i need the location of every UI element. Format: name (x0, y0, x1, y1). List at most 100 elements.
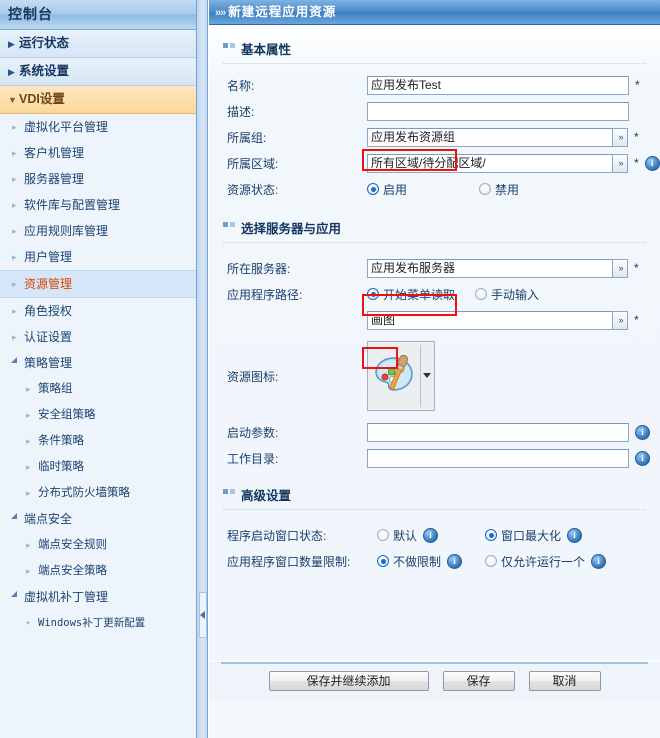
sidebar-item-4[interactable]: ▸ 应用规则库管理 (0, 218, 196, 244)
square-bullet-icon (223, 43, 228, 48)
resource-icon-picker[interactable] (367, 341, 435, 411)
field-row-server: 所在服务器: » * (209, 255, 660, 281)
sidebar-item-2[interactable]: ▸ 服务器管理 (0, 166, 196, 192)
area-input[interactable] (367, 153, 613, 173)
save-and-continue-button[interactable]: 保存并继续添加 (268, 671, 429, 691)
sidebar-item-19[interactable]: ▸ Windows补丁更新配置 (0, 610, 196, 636)
sidebar-item-label: 资源管理 (24, 277, 73, 291)
sidebar-item-label: 应用规则库管理 (24, 224, 109, 238)
sidebar-item-18[interactable]: 虚拟机补丁管理 (0, 584, 196, 610)
group-picker-button[interactable]: » (612, 127, 628, 147)
chevron-right-icon: ▸ (12, 226, 17, 236)
save-button[interactable]: 保存 (442, 671, 515, 691)
sidebar-item-label: 虚拟机补丁管理 (24, 590, 109, 604)
app-path-picker-button[interactable]: » (612, 310, 628, 330)
work-dir-info-icon[interactable]: i (635, 450, 650, 466)
section-basic-properties: 基本属性 (223, 39, 660, 58)
sidebar-item-3[interactable]: ▸ 软件库与配置管理 (0, 192, 196, 218)
group-input[interactable] (367, 127, 613, 147)
sidebar-item-16[interactable]: ▸ 端点安全规则 (0, 532, 196, 558)
sidebar-group-system-settings[interactable]: ▶ 系统设置 (0, 58, 196, 86)
chevron-right-icon: ▸ (12, 279, 17, 289)
radio-status-disable[interactable]: 禁用 (479, 181, 519, 198)
cancel-button[interactable]: 取消 (528, 671, 601, 691)
sidebar-item-17[interactable]: ▸ 端点安全策略 (0, 558, 196, 584)
radio-path-manual[interactable]: 手动输入 (475, 286, 539, 303)
radio-limit-none[interactable]: 不做限制 i (377, 553, 477, 570)
description-input[interactable] (367, 101, 629, 121)
resource-status-label: 资源状态: (227, 182, 279, 197)
limit-single-info-icon[interactable]: i (591, 553, 607, 569)
description-label: 描述: (227, 104, 255, 119)
sidebar-item-1[interactable]: ▸ 客户机管理 (0, 140, 196, 166)
sidebar-item-14[interactable]: ▸ 分布式防火墙策略 (0, 480, 196, 506)
radio-window-default[interactable]: 默认 i (377, 527, 477, 544)
field-row-resource-status: 资源状态: 启用 禁用 (209, 176, 660, 202)
radio-status-enable[interactable]: 启用 (367, 181, 471, 198)
field-row-name: 名称: * (209, 72, 660, 98)
square-bullet-icon (230, 489, 235, 494)
sidebar-item-8[interactable]: ▸ 认证设置 (0, 324, 196, 350)
sidebar-splitter[interactable] (197, 0, 208, 738)
icon-separator (420, 345, 421, 407)
sidebar-item-label: 临时策略 (38, 461, 84, 473)
sidebar-item-label: 虚拟化平台管理 (24, 120, 109, 134)
chevron-down-icon[interactable] (423, 373, 431, 378)
field-row-resource-icon: 资源图标: (209, 333, 660, 419)
sidebar-title: 控制台 (0, 0, 196, 30)
area-picker-button[interactable]: » (612, 153, 628, 173)
field-row-window-state: 程序启动窗口状态: 默认 i 窗口最大化 i (209, 522, 660, 548)
sidebar-item-10[interactable]: ▸ 策略组 (0, 376, 196, 402)
start-params-input[interactable] (367, 422, 629, 442)
chevron-right-icon: ▸ (12, 306, 17, 316)
work-dir-input[interactable] (367, 448, 629, 468)
chevron-right-icon: ▸ (26, 540, 31, 550)
sidebar-item-6[interactable]: ▸ 资源管理 (0, 270, 196, 298)
page-title-bar: »» 新建远程应用资源 (209, 0, 660, 25)
area-info-icon[interactable]: i (644, 155, 660, 171)
sidebar-item-label: 分布式防火墙策略 (38, 487, 130, 499)
sidebar-item-label: 策略组 (38, 383, 73, 395)
sidebar-group-running-status[interactable]: ▶ 运行状态 (0, 30, 196, 58)
server-picker-button[interactable]: » (612, 258, 628, 278)
sidebar-group-vdi-settings[interactable]: ▼ VDI设置 (0, 86, 196, 114)
limit-none-info-icon[interactable]: i (447, 553, 463, 569)
field-row-group: 所属组: » * (209, 124, 660, 150)
sidebar-item-13[interactable]: ▸ 临时策略 (0, 454, 196, 480)
window-limit-label: 应用程序窗口数量限制: (227, 554, 351, 569)
radio-dot-icon (485, 529, 497, 541)
sidebar-item-15[interactable]: 端点安全 (0, 506, 196, 532)
start-params-info-icon[interactable]: i (635, 424, 650, 440)
collapse-arrow-icon[interactable] (200, 611, 205, 619)
sidebar-item-11[interactable]: ▸ 安全组策略 (0, 402, 196, 428)
radio-path-from-start-menu[interactable]: 开始菜单读取 (367, 286, 467, 303)
radio-label: 启用 (383, 182, 408, 197)
chevron-right-icon: ▸ (26, 436, 31, 446)
sidebar-item-label: 用户管理 (24, 250, 73, 264)
sidebar: 控制台 ▶ 运行状态 ▶ 系统设置 ▼ VDI设置 ▸ 虚拟化平台管理 ▸ 客户机管理 ▸ 服务… (0, 0, 197, 738)
sidebar-item-label: 安全组策略 (38, 409, 96, 421)
server-input[interactable] (367, 258, 613, 278)
radio-label: 禁用 (495, 182, 520, 197)
window-default-info-icon[interactable]: i (423, 527, 439, 543)
name-input[interactable] (367, 75, 629, 95)
sidebar-item-0[interactable]: ▸ 虚拟化平台管理 (0, 114, 196, 140)
sidebar-item-9[interactable]: 策略管理 (0, 350, 196, 376)
section-label: 基本属性 (241, 43, 292, 57)
chevron-right-icon: ▸ (12, 174, 17, 184)
field-row-app-path: » * (209, 307, 660, 333)
paint-palette-icon (371, 351, 419, 402)
app-path-input[interactable] (367, 310, 613, 330)
window-maximized-info-icon[interactable]: i (567, 527, 583, 543)
radio-dot-icon (485, 555, 497, 567)
section-label: 选择服务器与应用 (241, 222, 342, 236)
work-dir-label: 工作目录: (227, 451, 279, 466)
chevron-right-icon: ▸ (12, 252, 17, 262)
sidebar-item-12[interactable]: ▸ 条件策略 (0, 428, 196, 454)
page-title: 新建远程应用资源 (228, 5, 337, 19)
sidebar-item-5[interactable]: ▸ 用户管理 (0, 244, 196, 270)
radio-limit-single[interactable]: 仅允许运行一个 i (485, 553, 607, 570)
radio-window-maximized[interactable]: 窗口最大化 i (485, 527, 583, 544)
sidebar-item-7[interactable]: ▸ 角色授权 (0, 298, 196, 324)
field-row-description: 描述: (209, 98, 660, 124)
